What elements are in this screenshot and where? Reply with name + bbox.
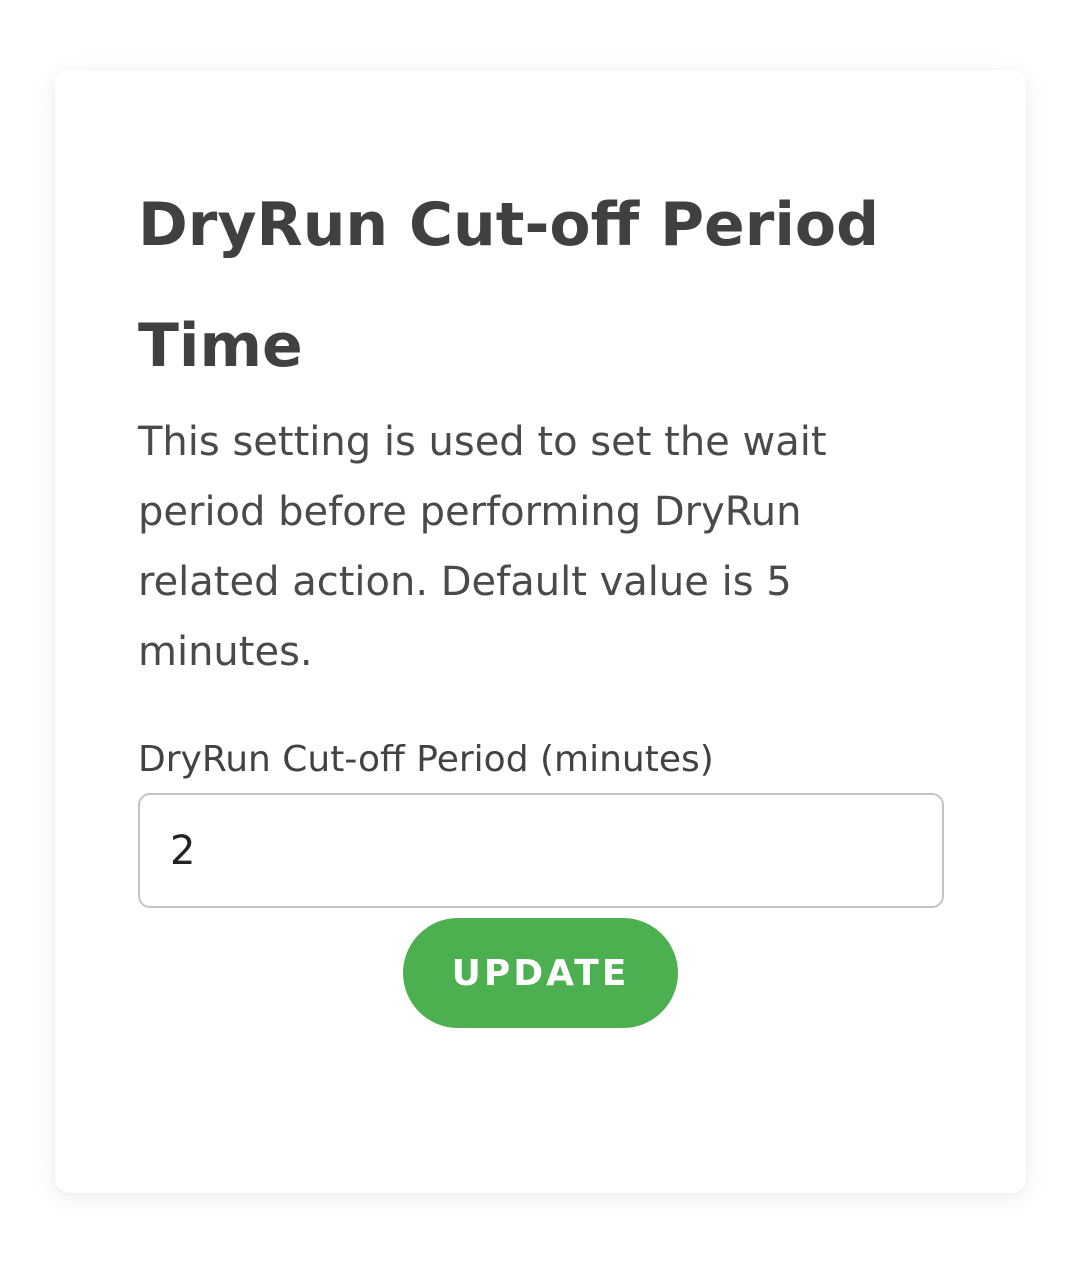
cutoff-period-field[interactable] bbox=[138, 793, 944, 908]
settings-card: DryRun Cut-off Period Time This setting … bbox=[55, 70, 1026, 1193]
update-button[interactable]: UPDATE bbox=[403, 918, 678, 1028]
setting-description: This setting is used to set the wait per… bbox=[138, 419, 827, 675]
cutoff-period-input[interactable] bbox=[170, 827, 942, 874]
card-content: DryRun Cut-off Period Time This setting … bbox=[138, 165, 944, 908]
page-title: DryRun Cut-off Period Time bbox=[138, 190, 880, 381]
button-row: UPDATE bbox=[55, 918, 1026, 1028]
cutoff-period-label: DryRun Cut-off Period (minutes) bbox=[138, 739, 714, 780]
